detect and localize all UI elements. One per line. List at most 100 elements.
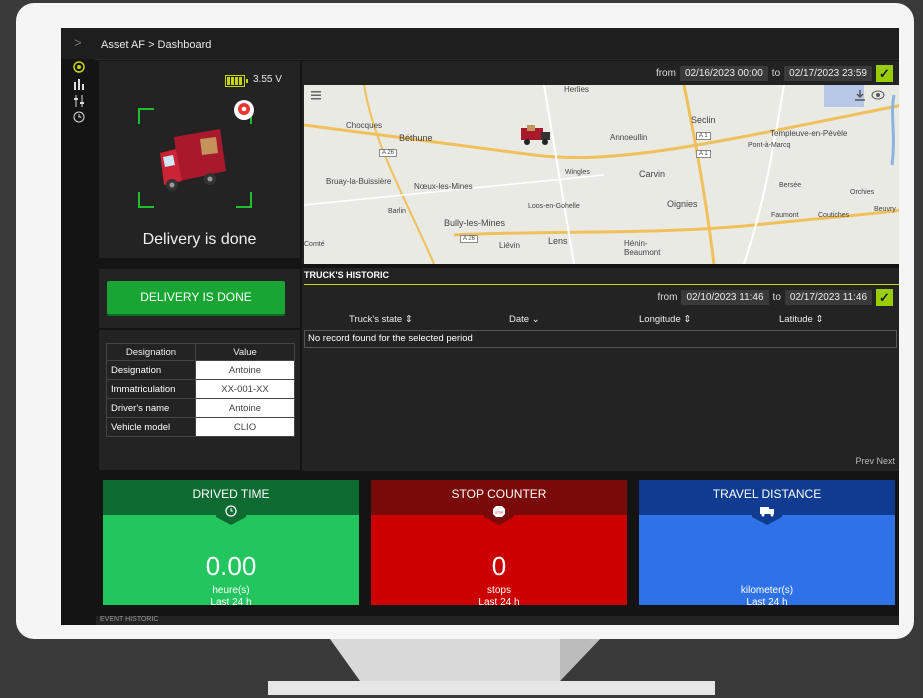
map-label: Oignies [667, 199, 698, 209]
info-key: Driver's name [106, 398, 196, 418]
prev-button[interactable]: Prev [855, 456, 874, 466]
map-label: Wingles [565, 169, 590, 176]
table-row: Immatriculation XX-001-XX [106, 379, 295, 399]
map-label: Lens [548, 236, 568, 246]
column-header-date[interactable]: Date ⌄ [509, 314, 540, 325]
card-value: 0 [491, 551, 507, 581]
delivery-done-button[interactable]: DELIVERY IS DONE [107, 281, 285, 314]
asset-icon[interactable] [73, 61, 85, 73]
map-label: Nœux-les-Mines [414, 182, 473, 191]
card-unit: kilometer(s) [740, 585, 794, 596]
stop-sign-icon: STOP [484, 503, 514, 525]
chart-bars-icon[interactable] [73, 78, 85, 90]
delivery-status-text: Delivery is done [142, 231, 257, 248]
map-label: Loos-en-Gohelle [528, 203, 580, 210]
map-date-range: from 02/16/2023 00:00 to 02/17/2023 23:5… [656, 64, 893, 82]
info-value: CLIO [195, 417, 295, 437]
travel-distance-card: TRAVEL DISTANCE kilometer(s) Last 24 h [639, 480, 895, 608]
historic-from-date-input[interactable]: 02/10/2023 11:46 [681, 289, 769, 305]
map-label: Bruay-la-Buissière [326, 177, 392, 186]
map-from-date-input[interactable]: 02/16/2023 00:00 [679, 65, 768, 81]
map-view[interactable]: Chocques Béthune Herlies Annoeullin Secl… [304, 85, 899, 264]
delivery-button-panel: DELIVERY IS DONE [99, 269, 300, 328]
table-header: Designation [106, 343, 196, 361]
clock-icon [216, 503, 246, 525]
eye-icon[interactable] [870, 89, 886, 101]
column-header-state[interactable]: Truck's state ⇕ [349, 314, 413, 325]
column-header-latitude[interactable]: Latitude ⇕ [779, 314, 823, 325]
breadcrumb: Asset AF > Dashboard [101, 39, 212, 51]
truck-illustration-icon [160, 129, 226, 191]
historic-to-date-input[interactable]: 02/17/2023 11:46 [784, 289, 872, 305]
apply-check-icon[interactable]: ✓ [876, 288, 893, 306]
empty-table-message: No record found for the selected period [304, 330, 897, 348]
status-panel: 3.55 V Delivery is done [99, 61, 300, 258]
clock-icon[interactable] [73, 111, 85, 123]
info-value: Antoine [195, 398, 295, 418]
info-value: XX-001-XX [195, 379, 295, 399]
card-period: Last 24 h [478, 597, 520, 608]
battery-voltage: 3.55 V [253, 74, 282, 85]
map-label: Faumont [771, 212, 799, 219]
hamburger-menu-icon[interactable] [310, 90, 322, 100]
table-row: Designation Antoine [106, 360, 295, 380]
stop-sign-text: STOP [495, 511, 503, 515]
from-label: from [657, 291, 678, 303]
vehicle-info-panel: Designation Value Designation Antoine Im… [99, 330, 300, 470]
road-shield: A 1 [696, 132, 711, 140]
map-label: Barlin [388, 208, 406, 215]
info-value: Antoine [195, 360, 295, 380]
pagination: Prev Next [855, 456, 895, 466]
map-label: Herlies [564, 85, 589, 94]
from-label: from [655, 67, 676, 79]
map-label: Templeuve-en-Pévèle [770, 129, 848, 138]
map-label: Annoeullin [610, 133, 648, 142]
monitor-bezel: > Asset AF > Dashboard 3.55 V Delivery i… [16, 3, 914, 639]
map-roads [304, 85, 899, 264]
sliders-icon[interactable] [73, 95, 85, 107]
chevron-right-icon[interactable]: > [74, 35, 82, 50]
next-button[interactable]: Next [876, 456, 895, 466]
map-label: Carvin [639, 169, 666, 179]
map-label: Bersée [779, 182, 802, 189]
truck-icon [752, 503, 782, 525]
side-nav [61, 59, 95, 625]
truck-marker-icon[interactable] [519, 124, 553, 146]
event-historic-strip: EVENT HISTORIC [96, 616, 899, 625]
card-value: 0.00 [205, 551, 257, 581]
truck-historic-panel: TRUCK'S HISTORIC from 02/10/2023 11:46 t… [302, 268, 899, 471]
map-label: Bully-les-Mines [444, 218, 506, 228]
road-shield: A 26 [379, 149, 398, 157]
app-screen: > Asset AF > Dashboard 3.55 V Delivery i… [61, 28, 899, 625]
stop-counter-card: STOP COUNTER STOP 0 stops Last 24 h [371, 480, 627, 608]
download-icon[interactable] [853, 89, 867, 101]
map-panel: from 02/16/2023 00:00 to 02/17/2023 23:5… [302, 61, 899, 264]
table-row: Vehicle model CLIO [106, 417, 295, 437]
to-label: to [771, 67, 781, 79]
historic-title: TRUCK'S HISTORIC [304, 270, 389, 280]
map-label: Chocques [346, 121, 383, 130]
map-to-date-input[interactable]: 02/17/2023 23:59 [784, 65, 872, 81]
map-label: Pont-à-Marcq [748, 142, 791, 149]
map-label: Beuvry [874, 206, 896, 213]
top-bar: > Asset AF > Dashboard [61, 28, 899, 60]
card-unit: heure(s) [212, 585, 250, 596]
historic-divider [304, 284, 899, 285]
table-row: Driver's name Antoine [106, 398, 295, 418]
frame-corner [138, 108, 154, 124]
card-period: Last 24 h [746, 597, 788, 608]
map-label: Orchies [850, 189, 875, 196]
info-key: Immatriculation [106, 379, 196, 399]
apply-check-icon[interactable]: ✓ [876, 64, 893, 82]
column-header-longitude[interactable]: Longitude ⇕ [639, 314, 691, 325]
card-unit: stops [487, 585, 511, 596]
info-key: Designation [106, 360, 196, 380]
road-shield: A 26 [460, 235, 479, 243]
frame-corner [236, 192, 252, 208]
map-label: Liévin [499, 241, 520, 250]
info-key: Vehicle model [106, 417, 196, 437]
table-header: Value [195, 343, 295, 361]
card-period: Last 24 h [210, 597, 252, 608]
historic-column-headers: Truck's state ⇕ Date ⌄ Longitude ⇕ Latit… [304, 314, 896, 328]
map-label: Béthune [399, 133, 433, 143]
